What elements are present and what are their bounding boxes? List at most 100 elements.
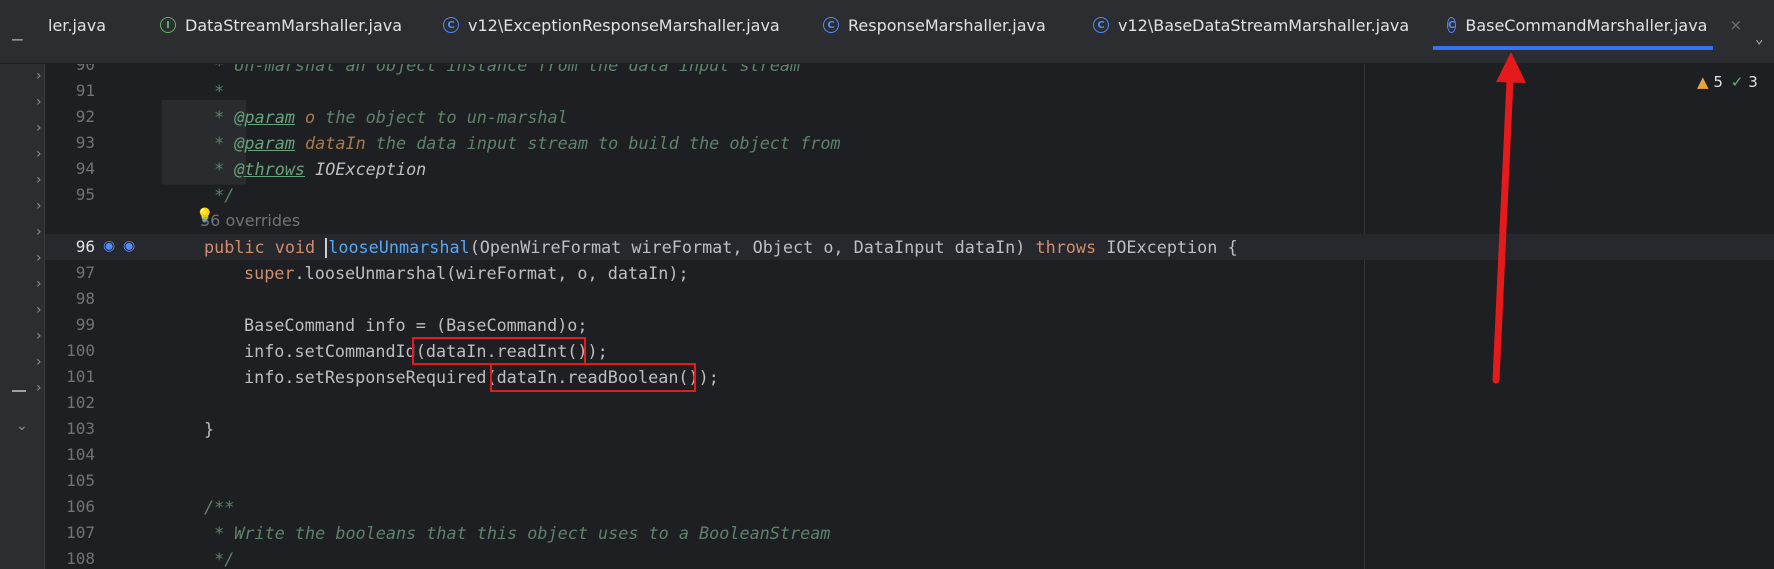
ok-count[interactable]: ✓ 3 bbox=[1731, 73, 1758, 91]
keyword: throws bbox=[1035, 237, 1097, 257]
line-number: 106 bbox=[66, 497, 95, 516]
line-number: 107 bbox=[66, 523, 95, 542]
tab-label: v12\BaseDataStreamMarshaller.java bbox=[1118, 15, 1410, 35]
tab-datastreammarshaller[interactable]: I DataStreamMarshaller.java bbox=[160, 0, 402, 50]
code-text: * Write the booleans that this object us… bbox=[204, 523, 831, 543]
code-line[interactable]: 94 * @throws IOException bbox=[45, 156, 1774, 182]
ok-count-label: 3 bbox=[1748, 73, 1758, 91]
tab-exceptionresponsemarshaller[interactable]: C v12\ExceptionResponseMarshaller.java bbox=[443, 0, 780, 50]
javadoc-text: the data input stream to build the objec… bbox=[365, 133, 841, 153]
tab-basecommandmarshaller[interactable]: C BaseCommandMarshaller.java × bbox=[1433, 0, 1742, 50]
tab-label: v12\ExceptionResponseMarshaller.java bbox=[468, 15, 780, 35]
code-text: * @param o the object to un-marshal bbox=[204, 107, 568, 127]
tab-label: ler.java bbox=[48, 15, 107, 35]
code-line[interactable]: 106 /** bbox=[45, 494, 1774, 520]
code-line[interactable]: 92 * @param o the object to un-marshal bbox=[45, 104, 1774, 130]
text-caret bbox=[325, 238, 328, 258]
interface-icon: I bbox=[160, 17, 176, 33]
warning-icon: ▲ bbox=[1697, 73, 1709, 91]
keyword: public void bbox=[204, 237, 326, 257]
line-number: 97 bbox=[75, 263, 95, 282]
code-text: BaseCommand info = (BaseCommand)o; bbox=[244, 315, 588, 335]
javadoc-tag: @throws bbox=[234, 159, 306, 179]
tab-responsemarshaller[interactable]: C ResponseMarshaller.java bbox=[823, 0, 1046, 50]
javadoc-tag: @param bbox=[234, 133, 295, 153]
implemented-method-icon[interactable]: ◉ bbox=[123, 238, 135, 254]
code-line[interactable]: 99 BaseCommand info = (BaseCommand)o; bbox=[45, 312, 1774, 338]
tab-label: DataStreamMarshaller.java bbox=[185, 15, 403, 35]
line-number: 100 bbox=[66, 341, 95, 360]
code-line[interactable]: 91 * bbox=[45, 78, 1774, 104]
code-line[interactable]: 98 bbox=[45, 286, 1774, 312]
javadoc-tag: @param bbox=[234, 107, 295, 127]
inlay-hint-line[interactable]: 36 overrides bbox=[45, 208, 1774, 234]
tab-menu-icon[interactable]: — bbox=[12, 14, 30, 64]
line-number: 99 bbox=[75, 315, 95, 334]
code-line[interactable]: 97 super.looseUnmarshal(wireFormat, o, d… bbox=[45, 260, 1774, 286]
line-number: 103 bbox=[66, 419, 95, 438]
code-text: * Un-marshal an object instance from the… bbox=[204, 64, 801, 75]
line-number: 93 bbox=[75, 133, 95, 152]
code-text: IOException { bbox=[1096, 237, 1238, 257]
parameters: (OpenWireFormat wireFormat, Object o, Da… bbox=[469, 237, 1036, 257]
code-text: */ bbox=[204, 185, 235, 205]
code-line[interactable]: 105 bbox=[45, 468, 1774, 494]
code-text: info.setResponseRequired(dataIn.readBool… bbox=[244, 367, 719, 387]
code-editor[interactable]: ◼ 90 * Un-marshal an object instance fro… bbox=[0, 64, 1774, 569]
code-line[interactable]: 93 * @param dataIn the data input stream… bbox=[45, 130, 1774, 156]
code-text: info.setCommandId(dataIn.readInt()); bbox=[244, 341, 608, 361]
code-line[interactable]: 101 info.setResponseRequired(dataIn.read… bbox=[45, 364, 1774, 390]
line-number: 95 bbox=[75, 185, 95, 204]
javadoc-param: o bbox=[305, 107, 316, 127]
code-line[interactable]: 104 bbox=[45, 442, 1774, 468]
code-text: * @param dataIn the data input stream to… bbox=[204, 133, 841, 153]
tab-label: ResponseMarshaller.java bbox=[848, 15, 1046, 35]
tab-partial[interactable]: ler.java bbox=[48, 0, 106, 50]
line-number: 105 bbox=[66, 471, 95, 490]
line-number: 91 bbox=[75, 81, 95, 100]
code-text: .looseUnmarshal(wireFormat, o, dataIn); bbox=[294, 263, 689, 283]
check-icon: ✓ bbox=[1730, 73, 1744, 91]
code-text: * @throws IOException bbox=[204, 159, 427, 179]
active-tab-indicator bbox=[1433, 46, 1713, 50]
class-icon: C bbox=[443, 17, 459, 33]
code-line[interactable]: 90 * Un-marshal an object instance from … bbox=[45, 64, 1774, 78]
line-number: 101 bbox=[66, 367, 95, 386]
line-number: 96 bbox=[75, 237, 95, 256]
close-icon[interactable]: × bbox=[1729, 16, 1742, 34]
warning-count-label: 5 bbox=[1713, 73, 1723, 91]
warning-count[interactable]: ▲ 5 bbox=[1697, 73, 1723, 91]
line-number: 104 bbox=[66, 445, 95, 464]
javadoc-param: dataIn bbox=[305, 133, 366, 153]
lightbulb-icon[interactable]: 💡 bbox=[196, 208, 213, 224]
code-text: */ bbox=[204, 549, 235, 569]
keyword: super bbox=[244, 263, 295, 283]
line-number: 108 bbox=[66, 549, 95, 568]
code-line[interactable]: 107 * Write the booleans that this objec… bbox=[45, 520, 1774, 546]
code-line[interactable]: 100 info.setCommandId(dataIn.readInt()); bbox=[45, 338, 1774, 364]
line-number: 94 bbox=[75, 159, 95, 178]
code-line[interactable]: 108 */ bbox=[45, 546, 1774, 569]
code-text: super.looseUnmarshal(wireFormat, o, data… bbox=[244, 260, 689, 286]
code-line-current[interactable]: 96 ◉ ◉ public void looseUnmarshal(OpenWi… bbox=[45, 234, 1774, 260]
tab-label: BaseCommandMarshaller.java bbox=[1465, 15, 1708, 35]
code-text: } bbox=[204, 419, 215, 439]
javadoc-text: IOException bbox=[305, 159, 427, 179]
class-icon: C bbox=[1447, 17, 1457, 33]
code-text: public void looseUnmarshal(OpenWireForma… bbox=[204, 234, 1238, 260]
line-number: 98 bbox=[75, 289, 95, 308]
javadoc-text: the object to un-marshal bbox=[315, 107, 568, 127]
class-icon: C bbox=[1093, 17, 1109, 33]
code-line[interactable]: 102 bbox=[45, 390, 1774, 416]
code-text: /** bbox=[204, 497, 235, 517]
overridden-method-icon[interactable]: ◉ bbox=[103, 238, 115, 254]
line-number: 92 bbox=[75, 107, 95, 126]
line-number: 102 bbox=[66, 393, 95, 412]
chevron-down-icon[interactable]: ⌄ bbox=[1755, 14, 1774, 64]
inspection-widget[interactable]: ▲ 5 ✓ 3 bbox=[1697, 73, 1758, 91]
code-line[interactable]: 95 */ bbox=[45, 182, 1774, 208]
code-line[interactable]: 103 } bbox=[45, 416, 1774, 442]
overrides-hint[interactable]: 36 overrides bbox=[200, 208, 300, 234]
class-icon: C bbox=[823, 17, 839, 33]
tab-basedatastreammarshaller[interactable]: C v12\BaseDataStreamMarshaller.java bbox=[1093, 0, 1409, 50]
